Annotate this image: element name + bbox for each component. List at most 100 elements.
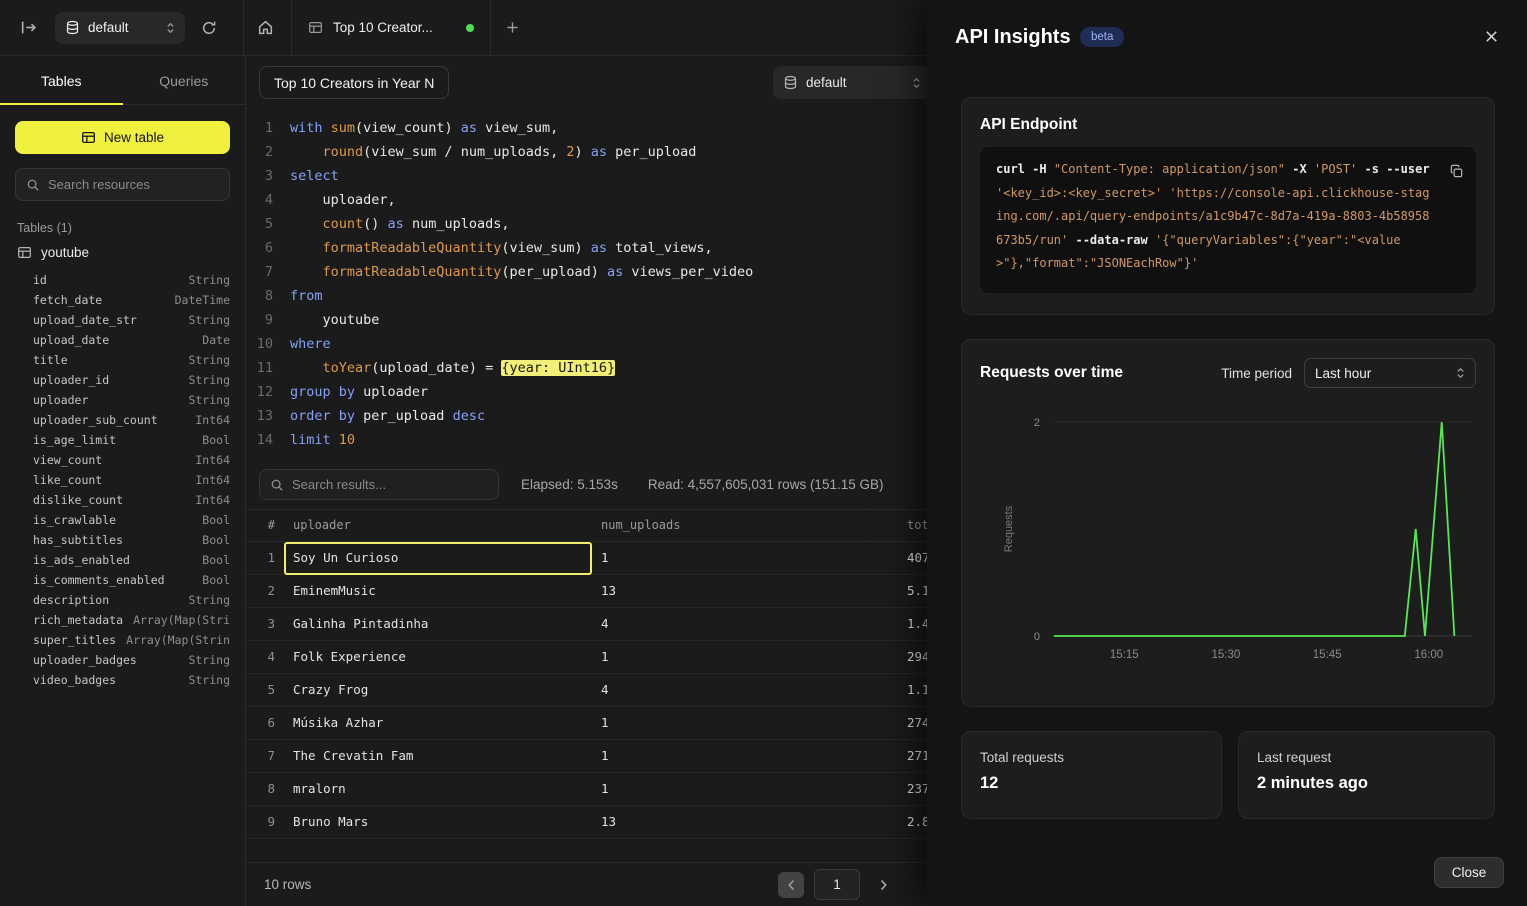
cell-num-uploads[interactable]: 4	[592, 674, 898, 707]
cell-uploader[interactable]: Crazy Frog	[284, 674, 592, 707]
row-index[interactable]: 3	[247, 608, 284, 641]
tables-section-header: Tables (1)	[17, 221, 230, 235]
requests-over-time-card: Requests over time Time period Last hour…	[961, 339, 1495, 707]
svg-text:15:15: 15:15	[1110, 649, 1139, 661]
schema-column-row: has_subtitlesBool	[15, 530, 230, 550]
search-icon	[270, 478, 284, 492]
pagination: 1	[778, 869, 896, 900]
column-header-num-uploads[interactable]: num_uploads	[592, 509, 898, 542]
cell-uploader[interactable]: The Crevatin Fam	[284, 740, 592, 773]
new-tab-button[interactable]	[505, 20, 520, 35]
search-icon	[26, 178, 40, 192]
cell-uploader[interactable]: EminemMusic	[284, 575, 592, 608]
close-icon[interactable]	[1484, 29, 1499, 44]
results-search[interactable]	[259, 469, 499, 500]
tab-tables[interactable]: Tables	[0, 57, 123, 104]
sidebar: Tables Queries New table Tables (1) yout…	[0, 57, 246, 906]
column-header-uploader[interactable]: uploader	[284, 509, 592, 542]
refresh-icon[interactable]	[201, 20, 217, 36]
schema-column-row: video_badgesString	[15, 670, 230, 690]
sidebar-search[interactable]	[15, 168, 230, 201]
chevron-updown-icon	[1456, 366, 1465, 380]
cell-num-uploads[interactable]: 1	[592, 773, 898, 806]
cell-num-uploads[interactable]: 4	[592, 608, 898, 641]
api-endpoint-card: API Endpoint curl -H "Content-Type: appl…	[961, 97, 1495, 315]
total-requests-label: Total requests	[980, 750, 1203, 765]
page-number[interactable]: 1	[814, 869, 860, 900]
schema-column-row: is_crawlableBool	[15, 510, 230, 530]
row-index[interactable]: 5	[247, 674, 284, 707]
rows-read: Read: 4,557,605,031 rows (151.15 GB)	[648, 477, 884, 492]
beta-badge: beta	[1080, 27, 1124, 47]
svg-text:16:00: 16:00	[1414, 649, 1443, 661]
table-icon	[17, 245, 32, 260]
cell-num-uploads[interactable]: 13	[592, 575, 898, 608]
sidebar-search-input[interactable]	[48, 177, 224, 192]
results-search-input[interactable]	[292, 477, 488, 492]
cell-num-uploads[interactable]: 1	[592, 641, 898, 674]
schema-column-row: rich_metadataArray(Map(Stri	[15, 610, 230, 630]
row-index[interactable]: 2	[247, 575, 284, 608]
database-icon	[783, 75, 798, 90]
requests-chart: 0215:1515:3015:4516:00Requests	[980, 400, 1478, 685]
copy-icon[interactable]	[1449, 164, 1464, 179]
schema-column-row: upload_dateDate	[15, 330, 230, 350]
time-period-label: Time period	[1221, 366, 1292, 381]
row-index[interactable]: 4	[247, 641, 284, 674]
row-index[interactable]: 1	[247, 542, 284, 575]
tab-label: Top 10 Creator...	[333, 20, 433, 35]
new-table-label: New table	[104, 130, 164, 145]
database-icon	[65, 20, 80, 35]
schema-list: idStringfetch_dateDateTimeupload_date_st…	[15, 270, 230, 690]
sidebar-item-youtube[interactable]: youtube	[17, 245, 230, 260]
schema-column-row: titleString	[15, 350, 230, 370]
column-header-index: #	[247, 509, 284, 542]
query-title-button[interactable]: Top 10 Creators in Year N	[259, 66, 449, 99]
cell-num-uploads[interactable]: 1	[592, 542, 898, 575]
close-button[interactable]: Close	[1434, 857, 1504, 888]
cell-num-uploads[interactable]: 1	[592, 707, 898, 740]
cell-uploader[interactable]: mralorn	[284, 773, 592, 806]
query-database-value: default	[806, 75, 847, 90]
cell-num-uploads[interactable]: 13	[592, 806, 898, 839]
row-index[interactable]: 9	[247, 806, 284, 839]
svg-text:0: 0	[1034, 631, 1040, 643]
schema-column-row: fetch_dateDateTime	[15, 290, 230, 310]
tab-queries[interactable]: Queries	[123, 57, 246, 104]
schema-column-row: uploader_badgesString	[15, 650, 230, 670]
database-selector-value: default	[88, 20, 129, 35]
table-icon	[81, 130, 96, 145]
row-index[interactable]: 8	[247, 773, 284, 806]
row-index[interactable]: 7	[247, 740, 284, 773]
home-button[interactable]	[257, 19, 274, 36]
divider	[243, 0, 244, 55]
new-table-button[interactable]: New table	[15, 121, 230, 154]
cell-num-uploads[interactable]: 1	[592, 740, 898, 773]
unsaved-changes-dot	[466, 24, 474, 32]
tab-top-10-creators[interactable]: Top 10 Creator...	[291, 0, 491, 55]
schema-column-row: dislike_countInt64	[15, 490, 230, 510]
schema-column-row: uploader_idString	[15, 370, 230, 390]
time-period-selector[interactable]: Last hour	[1304, 358, 1476, 388]
chevron-updown-icon	[912, 76, 921, 90]
sidebar-collapse-icon[interactable]	[20, 19, 37, 36]
schema-column-row: uploaderString	[15, 390, 230, 410]
previous-page-button[interactable]	[778, 872, 804, 898]
next-page-button[interactable]	[870, 872, 896, 898]
query-database-selector[interactable]: default	[773, 66, 931, 99]
last-request-value: 2 minutes ago	[1257, 774, 1476, 793]
query-tab-icon	[308, 20, 323, 35]
cell-uploader[interactable]: Folk Experience	[284, 641, 592, 674]
cell-uploader[interactable]: Bruno Mars	[284, 806, 592, 839]
selected-cell[interactable]: Soy Un Curioso	[284, 542, 592, 575]
svg-text:15:45: 15:45	[1313, 649, 1342, 661]
database-selector[interactable]: default	[55, 12, 185, 44]
schema-column-row: is_age_limitBool	[15, 430, 230, 450]
schema-column-row: upload_date_strString	[15, 310, 230, 330]
cell-uploader[interactable]: Galinha Pintadinha	[284, 608, 592, 641]
row-count: 10 rows	[264, 877, 311, 892]
cell-uploader[interactable]: Músika Azhar	[284, 707, 592, 740]
sidebar-tabs: Tables Queries	[0, 57, 245, 105]
row-index[interactable]: 6	[247, 707, 284, 740]
total-requests-value: 12	[980, 774, 1203, 793]
